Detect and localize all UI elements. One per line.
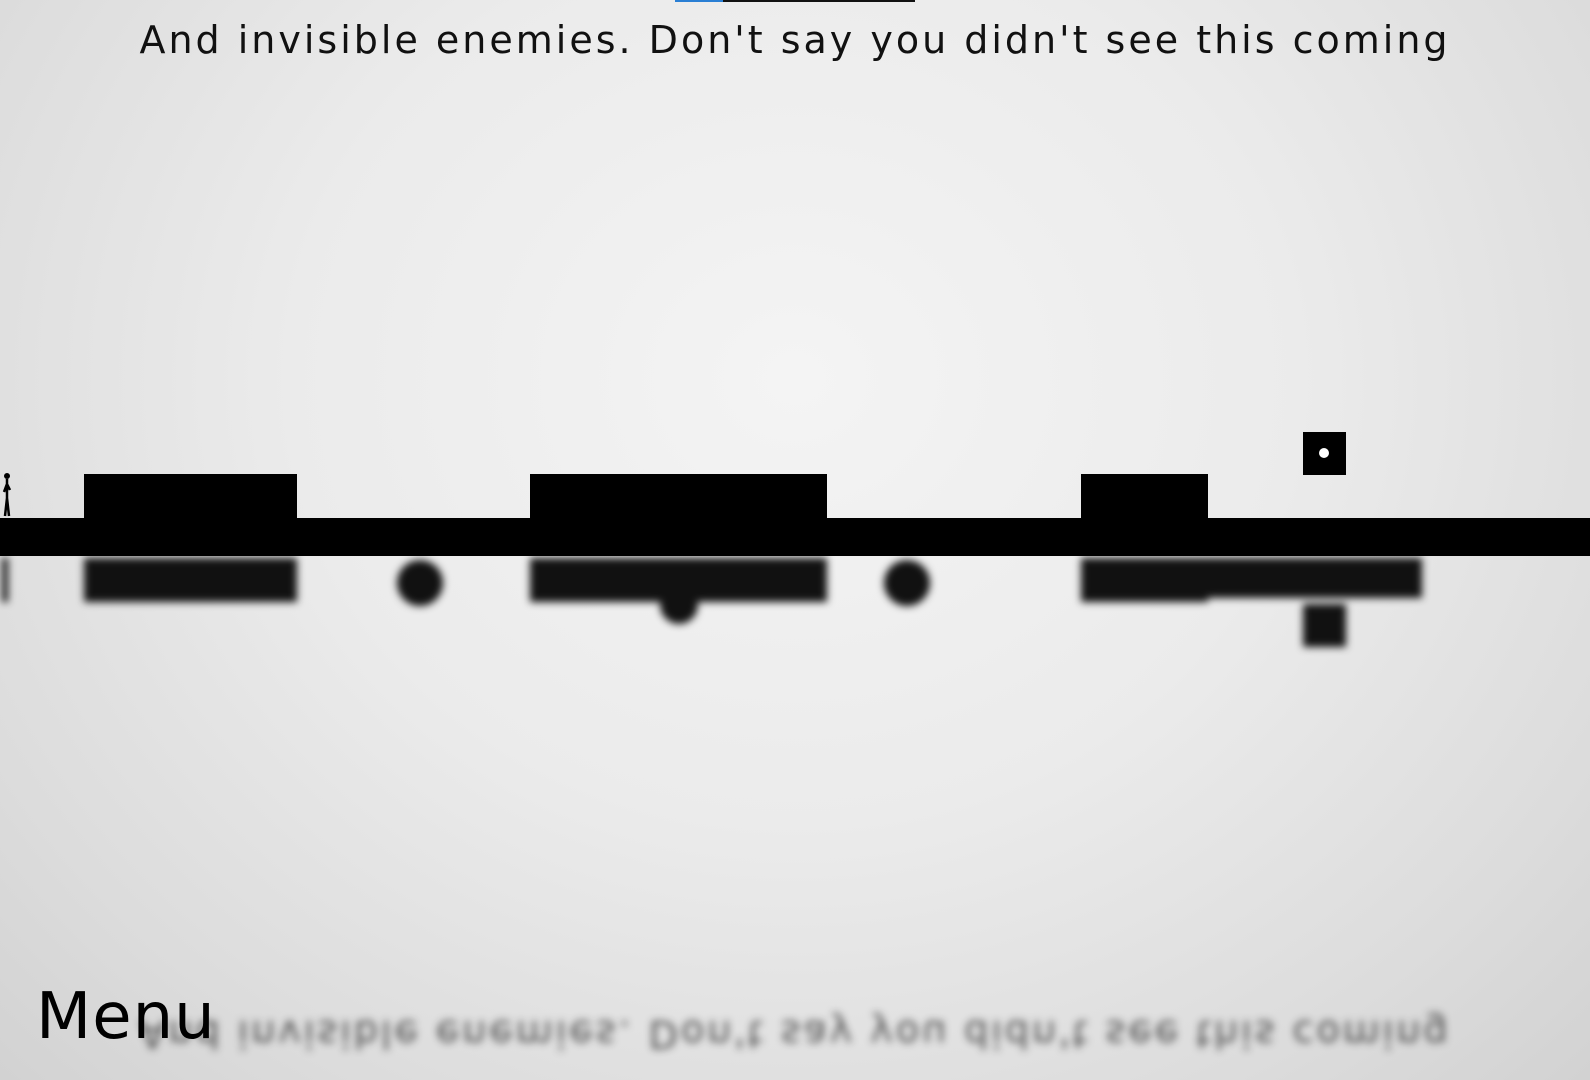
raised-block [1081, 474, 1208, 520]
raised-block [530, 474, 827, 520]
reflection-strip [1208, 558, 1422, 598]
coin-block [1303, 432, 1346, 475]
level-progress-bar [675, 0, 915, 2]
raised-block [84, 474, 297, 520]
level-hint-text: And invisible enemies. Don't say you did… [139, 18, 1451, 62]
reflection-coin-block [1303, 604, 1346, 647]
dot-coin-icon [1319, 448, 1329, 458]
invisible-enemy-reflection [397, 560, 443, 606]
menu-button[interactable]: Menu [36, 980, 216, 1054]
reflection-block [84, 558, 297, 602]
reflection-player [2, 558, 8, 602]
reflection-block [1081, 558, 1208, 602]
stick-figure-icon [2, 473, 12, 517]
invisible-enemy-reflection [884, 560, 930, 606]
floor-platform [0, 518, 1590, 556]
invisible-enemy-reflection [660, 586, 698, 624]
level-progress-fill [675, 0, 723, 2]
hint-text-reflection: And invisible enemies. Don't say you did… [139, 1012, 1451, 1056]
reflection-block [530, 558, 827, 602]
